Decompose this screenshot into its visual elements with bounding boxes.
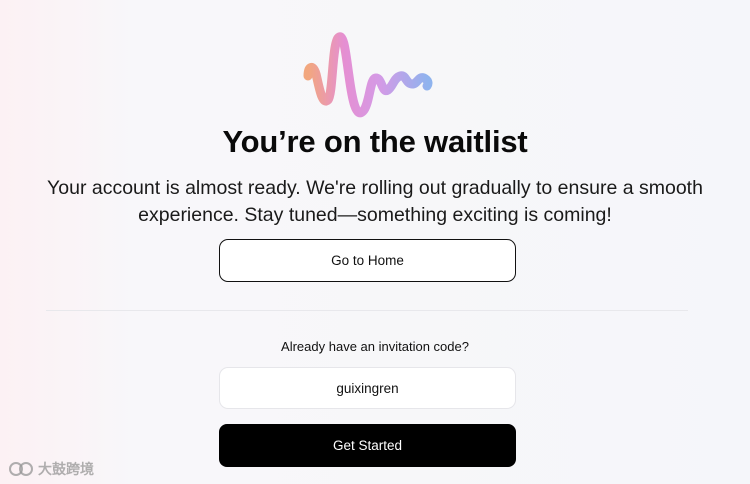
page-title: You’re on the waitlist (222, 124, 528, 159)
invitation-code-label: Already have an invitation code? (281, 339, 469, 354)
get-started-button[interactable]: Get Started (219, 424, 516, 467)
watermark: 大鼓跨境 (8, 458, 94, 480)
invitation-code-input[interactable] (219, 367, 516, 409)
waitlist-page: You’re on the waitlist Your account is a… (0, 0, 750, 484)
go-to-home-button[interactable]: Go to Home (219, 239, 516, 282)
watermark-text: 大鼓跨境 (38, 461, 94, 477)
page-subtitle: Your account is almost ready. We're roll… (47, 177, 703, 226)
wave-logo-icon (303, 32, 433, 118)
get-started-label: Get Started (332, 438, 403, 453)
watermark-logo-icon (9, 462, 33, 476)
section-divider (46, 310, 688, 311)
go-to-home-label: Go to Home (331, 253, 404, 268)
